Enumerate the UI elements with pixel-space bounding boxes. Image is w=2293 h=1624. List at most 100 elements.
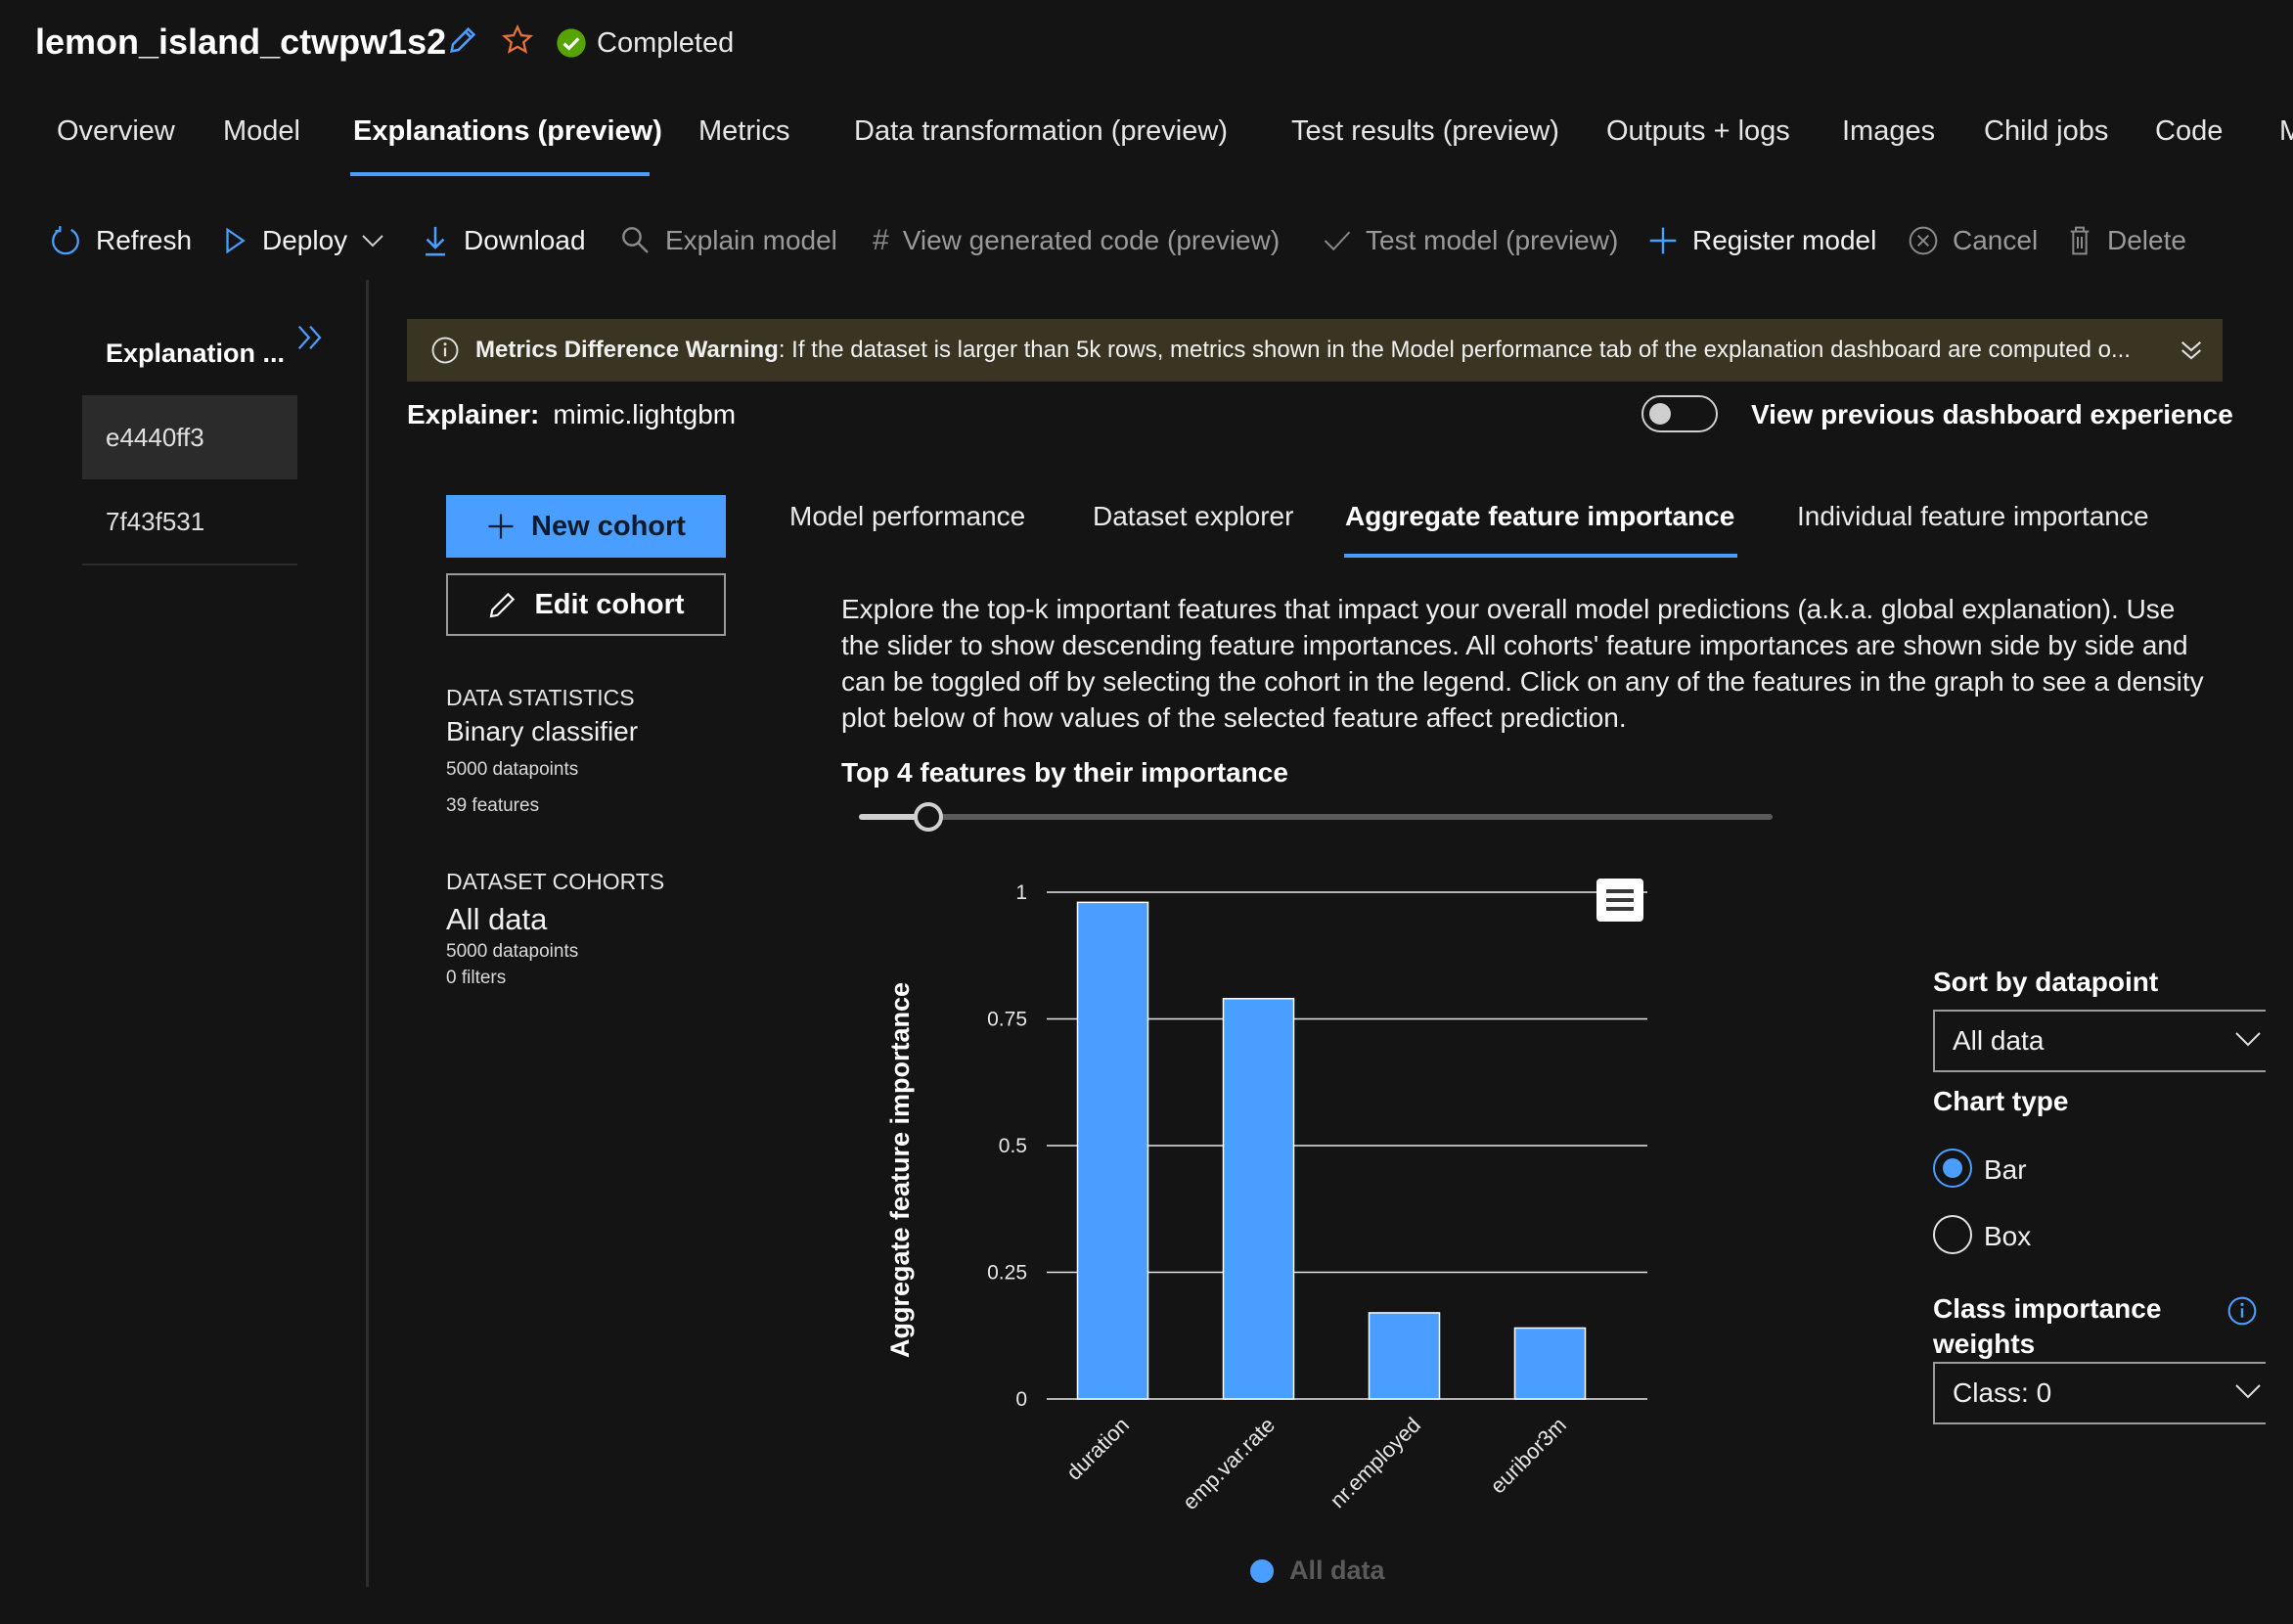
bar-emp-var-rate[interactable] (1222, 998, 1295, 1400)
tab-aggregate-feature-importance[interactable]: Aggregate feature importance (1345, 501, 1734, 532)
job-title: lemon_island_ctwpw1s2 (35, 22, 447, 62)
chart-type-bar-radio[interactable] (1933, 1149, 1972, 1188)
class-weights-value: Class: 0 (1953, 1377, 2052, 1408)
x-tick-label[interactable]: duration (1061, 1413, 1134, 1485)
view-code-label: View generated code (preview) (902, 225, 1281, 255)
radio-dot (1943, 1158, 1962, 1178)
cancel-button[interactable]: Cancel (1908, 221, 2038, 260)
chevron-down-icon (361, 233, 384, 248)
tab-metrics[interactable]: Metrics (698, 115, 789, 148)
tab-code[interactable]: Code (2155, 115, 2223, 148)
tab-test-results[interactable]: Test results (preview) (1291, 115, 1559, 148)
explain-model-button[interactable]: Explain model (620, 221, 837, 260)
search-icon (620, 225, 652, 256)
data-statistics-label: DATA STATISTICS (446, 685, 635, 710)
sidebar-item-e4440ff3[interactable]: e4440ff3 (82, 395, 297, 479)
chevron-down-icon (2234, 1381, 2262, 1401)
status-text: Completed (597, 27, 735, 59)
sort-by-label: Sort by datapoint (1933, 967, 2159, 997)
chevron-down-icon (2234, 1029, 2262, 1049)
edit-pencil-icon (487, 589, 518, 620)
cancel-circle-icon (1908, 225, 1939, 256)
features-count: 39 features (446, 795, 540, 816)
sidebar-separator (366, 280, 369, 1587)
active-tab-indicator (350, 172, 650, 176)
tab-data-transformation[interactable]: Data transformation (preview) (854, 115, 1228, 148)
chart-menu-button[interactable] (1596, 879, 1643, 922)
tab-individual-feature-importance[interactable]: Individual feature importance (1797, 501, 2149, 532)
bar-duration[interactable] (1076, 901, 1149, 1400)
y-tick-label: 0.75 (987, 1009, 1027, 1031)
expand-sidebar-icon[interactable] (295, 323, 325, 352)
register-model-label: Register model (1692, 225, 1877, 255)
tab-explanations[interactable]: Explanations (preview) (353, 115, 662, 148)
metrics-difference-warning: Metrics Difference Warning : If the data… (407, 319, 2223, 382)
download-button[interactable]: Download (421, 221, 586, 260)
feature-importance-description: Explore the top-k important features tha… (841, 594, 2204, 733)
play-icon (221, 226, 248, 255)
bar-nr-employed[interactable] (1368, 1312, 1441, 1400)
x-tick-label[interactable]: nr.employed (1326, 1413, 1425, 1512)
sort-by-dropdown[interactable]: All data (1933, 1010, 2266, 1072)
plus-icon (1647, 225, 1679, 256)
classifier-type: Binary classifier (446, 716, 639, 746)
sidebar-divider (82, 564, 297, 565)
status-success-icon (556, 27, 587, 59)
expand-warning-icon[interactable] (2178, 337, 2205, 364)
sidebar-item-7f43f531[interactable]: 7f43f531 (82, 479, 297, 564)
x-tick-label[interactable]: euribor3m (1485, 1413, 1571, 1499)
deploy-label: Deploy (262, 225, 348, 255)
refresh-button[interactable]: Refresh (49, 221, 192, 260)
cohort-filters: 0 filters (446, 968, 507, 988)
tab-model-performance[interactable]: Model performance (789, 501, 1025, 532)
chart-type-bar-label[interactable]: Bar (1984, 1154, 2027, 1186)
top-k-slider-thumb[interactable] (914, 802, 943, 832)
explainer-info: Explainer: mimic.lightgbm (407, 399, 736, 430)
view-generated-code-button[interactable]: # View generated code (preview) (873, 221, 1280, 260)
inner-tab-indicator (1344, 554, 1737, 558)
delete-button[interactable]: Delete (2066, 221, 2186, 260)
info-icon (430, 336, 460, 365)
bar-euribor3m[interactable] (1513, 1327, 1587, 1400)
explain-model-label: Explain model (665, 225, 837, 255)
top-k-slider-track[interactable] (859, 814, 1773, 820)
class-importance-label-line1: Class importance (1933, 1293, 2162, 1324)
tab-more[interactable]: M (2279, 115, 2293, 148)
info-icon[interactable] (2226, 1295, 2258, 1327)
previous-dashboard-label: View previous dashboard experience (1751, 399, 2233, 429)
y-tick-label: 0 (1015, 1388, 1027, 1411)
tab-outputs-logs[interactable]: Outputs + logs (1606, 115, 1790, 148)
cohort-datapoints: 5000 datapoints (446, 941, 579, 962)
tab-overview[interactable]: Overview (57, 115, 175, 148)
datapoints-count: 5000 datapoints (446, 759, 579, 780)
tab-dataset-explorer[interactable]: Dataset explorer (1093, 501, 1293, 532)
test-model-button[interactable]: Test model (preview) (1323, 221, 1618, 260)
class-importance-label-line2: weights (1933, 1329, 2036, 1359)
test-model-label: Test model (preview) (1366, 225, 1619, 255)
checkmark-icon (1323, 228, 1352, 253)
deploy-button[interactable]: Deploy (221, 221, 384, 260)
edit-cohort-label: Edit cohort (534, 588, 685, 620)
tab-model[interactable]: Model (223, 115, 300, 148)
tab-images[interactable]: Images (1842, 115, 1935, 148)
edit-pencil-icon[interactable] (446, 23, 479, 57)
new-cohort-button[interactable]: New cohort (446, 495, 726, 558)
tab-child-jobs[interactable]: Child jobs (1984, 115, 2108, 148)
chart-type-box-label[interactable]: Box (1984, 1221, 2031, 1252)
toggle-knob (1649, 403, 1671, 425)
y-axis-label: Aggregate feature importance (885, 982, 915, 1358)
x-tick-label[interactable]: emp.var.rate (1178, 1413, 1280, 1514)
download-label: Download (464, 225, 586, 255)
refresh-icon (49, 224, 82, 257)
trash-icon (2066, 225, 2093, 256)
legend-all-data-label[interactable]: All data (1289, 1556, 1385, 1586)
register-model-button[interactable]: Register model (1647, 221, 1876, 260)
class-weights-dropdown[interactable]: Class: 0 (1933, 1362, 2266, 1424)
legend-all-data-marker[interactable] (1250, 1559, 1274, 1583)
favorite-star-icon[interactable] (501, 23, 534, 57)
chart-type-box-radio[interactable] (1933, 1215, 1972, 1254)
hash-icon: # (873, 224, 889, 256)
explainer-value: mimic.lightgbm (553, 399, 737, 429)
edit-cohort-button[interactable]: Edit cohort (446, 573, 726, 636)
previous-dashboard-toggle[interactable] (1641, 395, 1718, 432)
